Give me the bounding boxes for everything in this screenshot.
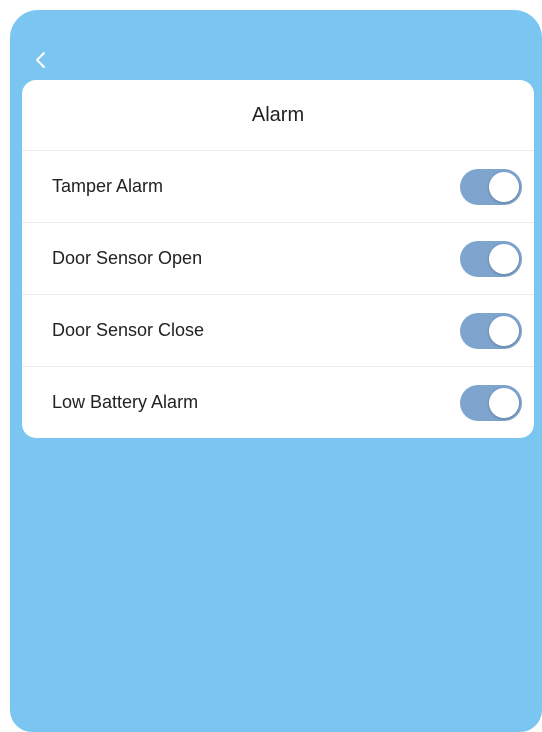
toggle-knob bbox=[489, 171, 519, 202]
door-sensor-open-toggle[interactable] bbox=[460, 240, 522, 277]
setting-row-low-battery-alarm: Low Battery Alarm bbox=[22, 367, 534, 438]
setting-label: Tamper Alarm bbox=[52, 176, 164, 196]
alarm-settings-card: Alarm Tamper Alarm Door Sensor Open Door… bbox=[22, 80, 534, 438]
door-sensor-close-toggle[interactable] bbox=[460, 312, 522, 349]
screen-background: Alarm Tamper Alarm Door Sensor Open Door… bbox=[10, 10, 542, 732]
toggle-knob bbox=[489, 315, 519, 346]
setting-row-tamper-alarm: Tamper Alarm bbox=[22, 151, 534, 223]
back-button[interactable] bbox=[32, 48, 50, 72]
setting-row-door-sensor-open: Door Sensor Open bbox=[22, 223, 534, 295]
tamper-alarm-toggle[interactable] bbox=[460, 168, 522, 205]
toggle-knob bbox=[489, 243, 519, 274]
chevron-left-icon bbox=[36, 52, 45, 68]
toggle-knob bbox=[489, 387, 519, 418]
card-title: Alarm bbox=[22, 80, 534, 151]
low-battery-alarm-toggle[interactable] bbox=[460, 384, 522, 421]
setting-label: Door Sensor Open bbox=[52, 248, 203, 268]
setting-label: Door Sensor Close bbox=[52, 320, 205, 340]
setting-row-door-sensor-close: Door Sensor Close bbox=[22, 295, 534, 367]
setting-label: Low Battery Alarm bbox=[52, 392, 199, 412]
